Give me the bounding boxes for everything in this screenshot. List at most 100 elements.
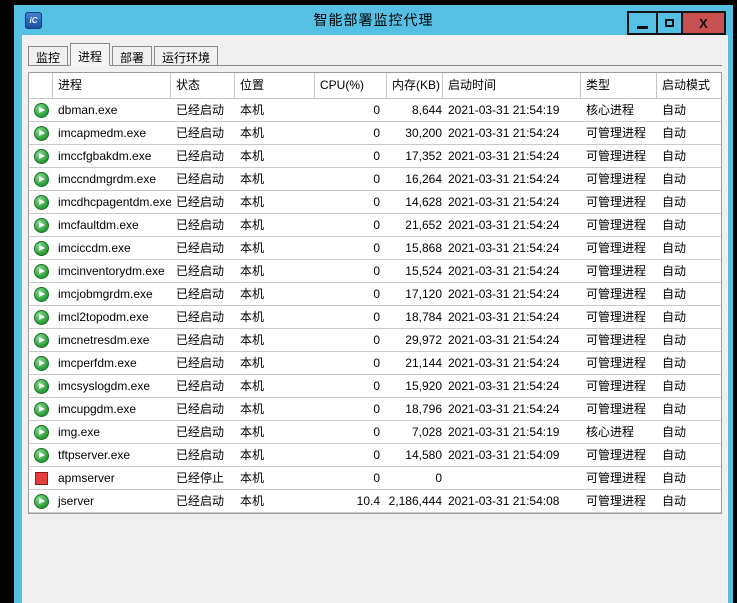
cell-cpu: 0 [373,333,380,347]
row-status-icon-cell [29,168,53,190]
cell-location: 本机 [240,333,265,347]
process-table-row[interactable]: imccfgbakdm.exe 已经启动 本机 0 17,352 2021-03… [29,145,721,168]
header-process[interactable]: 进程 [53,73,171,98]
header-start-mode[interactable]: 启动模式 [657,73,721,98]
window-title: 智能部署监控代理 [313,12,434,28]
cell-start-time: 2021-03-31 21:54:24 [448,356,560,370]
process-table-row[interactable]: imcapmedm.exe 已经启动 本机 0 30,200 2021-03-3… [29,122,721,145]
process-table-row[interactable]: imciccdm.exe 已经启动 本机 0 15,868 2021-03-31… [29,237,721,260]
cell-status: 已经启动 [176,287,225,301]
row-status-icon-cell [29,145,53,167]
cell-type: 可管理进程 [586,356,647,370]
running-icon [33,378,49,394]
cell-location: 本机 [240,149,265,163]
process-table-row[interactable]: imcfaultdm.exe 已经启动 本机 0 21,652 2021-03-… [29,214,721,237]
process-table: 进程 状态 位置 CPU(%) 内存(KB) 启动时间 类型 启动模式 dbma… [28,72,722,514]
cell-cpu: 0 [373,471,380,485]
maximize-icon [665,19,674,27]
row-status-icon-cell [29,260,53,282]
header-location[interactable]: 位置 [235,73,315,98]
cell-start-mode: 自动 [662,195,687,209]
cell-start-time: 2021-03-31 21:54:08 [448,494,560,508]
tab-monitor[interactable]: 监控 [28,46,69,65]
tab-deploy[interactable]: 部署 [112,46,153,65]
row-status-icon-cell [29,490,53,512]
cell-cpu: 0 [373,195,380,209]
process-table-row[interactable]: imcupgdm.exe 已经启动 本机 0 18,796 2021-03-31… [29,398,721,421]
cell-status: 已经启动 [176,172,225,186]
process-table-row[interactable]: apmserver 已经停止 本机 0 0 可管理进程 自动 [29,467,721,490]
cell-type: 核心进程 [586,103,635,117]
cell-location: 本机 [240,448,265,462]
title-bar[interactable]: iC 智能部署监控代理 X [14,5,733,35]
cell-process: tftpserver.exe [58,448,131,462]
cell-process: img.exe [58,425,101,439]
running-icon [33,171,49,187]
cell-start-mode: 自动 [662,425,687,439]
header-start-time[interactable]: 启动时间 [443,73,581,98]
cell-start-time [443,467,581,489]
row-status-icon-cell [29,99,53,121]
process-table-row[interactable]: imcl2topodm.exe 已经启动 本机 0 18,784 2021-03… [29,306,721,329]
minimize-button[interactable] [627,11,658,35]
cell-start-mode: 自动 [662,356,687,370]
cell-memory: 30,200 [405,126,442,140]
cell-type: 可管理进程 [586,149,647,163]
cell-location: 本机 [240,425,265,439]
cell-type: 可管理进程 [586,241,647,255]
cell-status: 已经启动 [176,264,225,278]
running-icon [33,309,49,325]
cell-cpu: 0 [373,126,380,140]
cell-start-mode: 自动 [662,264,687,278]
cell-location: 本机 [240,126,265,140]
process-table-row[interactable]: imcdhcpagentdm.exe 已经启动 本机 0 14,628 2021… [29,191,721,214]
cell-process: imcinventorydm.exe [58,264,165,278]
cell-start-time: 2021-03-31 21:54:19 [448,425,560,439]
cell-start-mode: 自动 [662,379,687,393]
close-button[interactable]: X [681,11,726,35]
cell-location: 本机 [240,310,265,324]
process-table-row[interactable]: tftpserver.exe 已经启动 本机 0 14,580 2021-03-… [29,444,721,467]
cell-start-mode: 自动 [662,402,687,416]
process-table-row[interactable]: jserver 已经启动 本机 10.4 2,186,444 2021-03-3… [29,490,721,513]
cell-memory: 15,868 [405,241,442,255]
running-icon [33,194,49,210]
cell-start-mode: 自动 [662,333,687,347]
row-status-icon-cell [29,375,53,397]
header-type[interactable]: 类型 [581,73,657,98]
process-table-row[interactable]: imcjobmgrdm.exe 已经启动 本机 0 17,120 2021-03… [29,283,721,306]
cell-location: 本机 [240,287,265,301]
cell-memory: 14,580 [405,448,442,462]
cell-type: 可管理进程 [586,172,647,186]
cell-type: 可管理进程 [586,287,647,301]
cell-memory: 14,628 [405,195,442,209]
cell-status: 已经启动 [176,103,225,117]
header-memory[interactable]: 内存(KB) [387,73,443,98]
cell-location: 本机 [240,103,265,117]
running-icon [33,332,49,348]
process-table-row[interactable]: imcinventorydm.exe 已经启动 本机 0 15,524 2021… [29,260,721,283]
cell-start-time: 2021-03-31 21:54:09 [448,448,560,462]
cell-process: imcsyslogdm.exe [58,379,151,393]
row-status-icon-cell [29,329,53,351]
window-content: 监控 进程 部署 运行环境 进程 状态 位置 CPU(%) 内存(KB) 启动时间 类… [22,35,728,603]
process-table-row[interactable]: dbman.exe 已经启动 本机 0 8,644 2021-03-31 21:… [29,99,721,122]
header-status[interactable]: 状态 [171,73,235,98]
process-table-row[interactable]: imcperfdm.exe 已经启动 本机 0 21,144 2021-03-3… [29,352,721,375]
cell-cpu: 0 [373,218,380,232]
process-table-row[interactable]: imcsyslogdm.exe 已经启动 本机 0 15,920 2021-03… [29,375,721,398]
process-table-row[interactable]: imcnetresdm.exe 已经启动 本机 0 29,972 2021-03… [29,329,721,352]
process-table-row[interactable]: imccndmgrdm.exe 已经启动 本机 0 16,264 2021-03… [29,168,721,191]
tab-process[interactable]: 进程 [70,43,111,66]
cell-start-mode: 自动 [662,218,687,232]
process-table-row[interactable]: img.exe 已经启动 本机 0 7,028 2021-03-31 21:54… [29,421,721,444]
cell-start-mode: 自动 [662,494,687,508]
cell-start-mode: 自动 [662,172,687,186]
tab-runtime-env[interactable]: 运行环境 [154,46,219,65]
cell-start-mode: 自动 [662,448,687,462]
header-cpu[interactable]: CPU(%) [315,73,387,98]
running-icon [33,447,49,463]
running-icon [33,102,49,118]
cell-location: 本机 [240,356,265,370]
maximize-button[interactable] [656,11,683,35]
